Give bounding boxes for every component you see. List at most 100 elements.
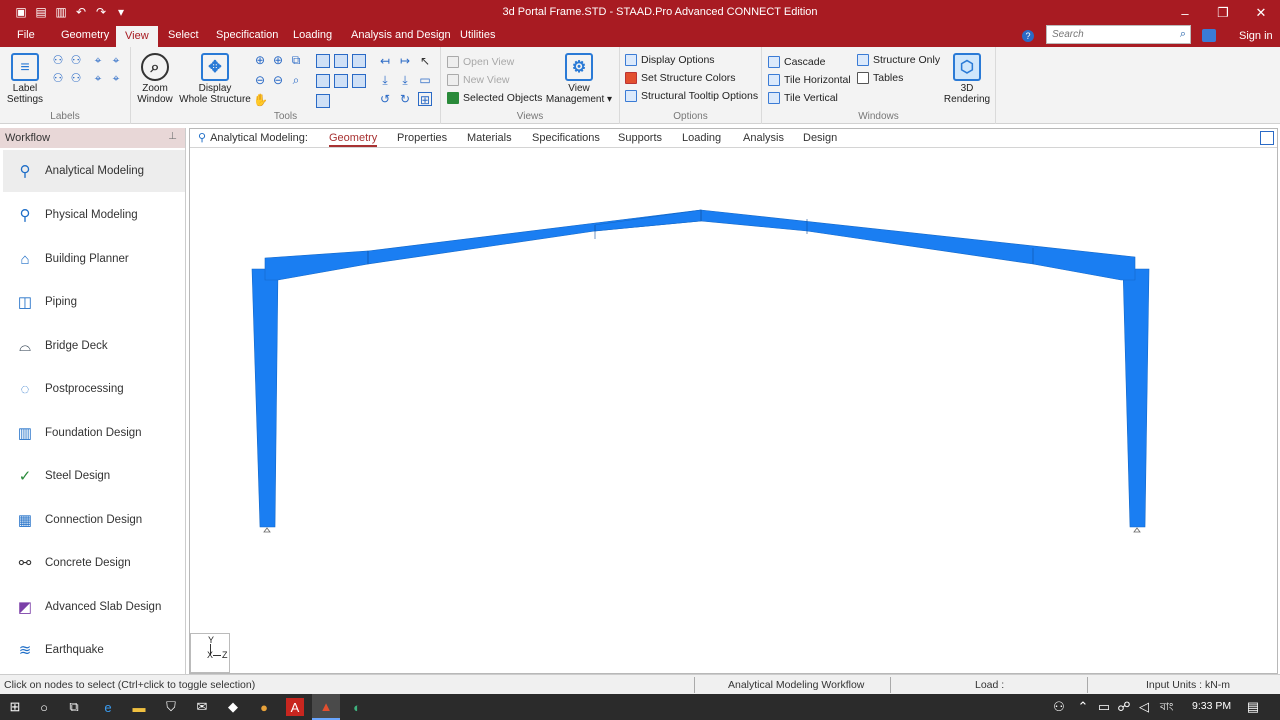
- model-viewport[interactable]: ⚲ Analytical Modeling: Geometry Propertie…: [189, 128, 1278, 674]
- input-language[interactable]: বাং: [1160, 700, 1173, 717]
- volume-icon[interactable]: ◁: [1135, 698, 1153, 716]
- open-view-button[interactable]: Open View: [447, 56, 514, 68]
- view-top-icon[interactable]: [334, 74, 348, 88]
- tab-select[interactable]: Select: [168, 29, 199, 41]
- solid-label-icon[interactable]: ⌖: [109, 53, 123, 67]
- chrome-icon[interactable]: ●: [255, 698, 273, 716]
- rotate-right-icon[interactable]: ↦: [398, 54, 412, 68]
- task-view-icon[interactable]: ⧉: [65, 698, 83, 716]
- openroads-icon[interactable]: ◐: [348, 698, 366, 716]
- page-tab-materials[interactable]: Materials: [467, 132, 512, 144]
- load-label-icon[interactable]: ⌖: [109, 71, 123, 85]
- plate-label-icon[interactable]: ⌖: [91, 53, 105, 67]
- zoom-extents-icon[interactable]: ⊖: [271, 73, 285, 87]
- rotate-down-icon[interactable]: ⤓: [378, 73, 392, 87]
- page-tab-properties[interactable]: Properties: [397, 132, 447, 144]
- workflow-item-advanced-slab-design[interactable]: ◩ Advanced Slab Design: [3, 586, 185, 628]
- windows-start-icon[interactable]: ⊞: [6, 698, 24, 716]
- data-area-toggle-icon[interactable]: [1260, 131, 1274, 145]
- workflow-item-physical-modeling[interactable]: ⚲ Physical Modeling: [3, 194, 185, 236]
- page-tab-loading[interactable]: Loading: [682, 132, 721, 144]
- restore-icon[interactable]: ❐: [1204, 0, 1242, 26]
- workflow-item-foundation-design[interactable]: ▥ Foundation Design: [3, 412, 185, 454]
- pan-icon[interactable]: ✋: [253, 93, 268, 107]
- search-input[interactable]: Search ⌕: [1046, 25, 1191, 44]
- tile-vertical-button[interactable]: Tile Vertical: [768, 92, 838, 104]
- page-tab-specifications[interactable]: Specifications: [532, 132, 600, 144]
- selected-objects-button[interactable]: Selected Objects: [447, 92, 542, 104]
- rotate-up-icon[interactable]: ⤓: [398, 73, 412, 87]
- pin-icon[interactable]: ⊥: [168, 131, 177, 142]
- tab-geometry[interactable]: Geometry: [61, 29, 109, 41]
- structure-only-button[interactable]: Structure Only: [857, 54, 940, 66]
- view-management-button[interactable]: ⚙ View Management ▾: [542, 53, 616, 105]
- rotate-left-icon[interactable]: ↤: [378, 54, 392, 68]
- workflow-item-piping[interactable]: ◫ Piping: [3, 281, 185, 323]
- display-options-button[interactable]: Display Options: [625, 54, 715, 66]
- page-tab-geometry[interactable]: Geometry: [329, 132, 378, 147]
- system-clock[interactable]: 9:33 PM: [1192, 700, 1231, 712]
- page-tab-analysis[interactable]: Analysis: [743, 132, 784, 144]
- tab-view[interactable]: View: [116, 26, 158, 47]
- workflow-item-steel-design[interactable]: ✓ Steel Design: [3, 455, 185, 497]
- view-back-icon[interactable]: [334, 54, 348, 68]
- tab-specification[interactable]: Specification: [216, 29, 278, 41]
- axis-label-icon[interactable]: ⚇: [51, 71, 65, 85]
- view-front-icon[interactable]: [316, 54, 330, 68]
- display-whole-structure-button[interactable]: ✥ Display Whole Structure: [175, 53, 255, 105]
- workflow-item-bridge-deck[interactable]: ⌓ Bridge Deck: [3, 325, 185, 367]
- workflow-item-analytical-modeling[interactable]: ⚲ Analytical Modeling: [3, 150, 185, 192]
- tab-loading[interactable]: Loading: [293, 29, 332, 41]
- zoom-dynamic-icon[interactable]: ⊕: [271, 53, 285, 67]
- beam-label-icon[interactable]: ⚇: [69, 53, 83, 67]
- new-view-button[interactable]: New View: [447, 74, 510, 86]
- cortana-search-icon[interactable]: ○: [35, 698, 53, 716]
- close-icon[interactable]: ✕: [1242, 0, 1280, 26]
- set-structure-colors-button[interactable]: Set Structure Colors: [625, 72, 736, 84]
- workflow-item-postprocessing[interactable]: ◌ Postprocessing: [3, 368, 185, 410]
- tab-file[interactable]: File: [17, 29, 35, 41]
- mail-icon[interactable]: ✉: [193, 698, 211, 716]
- zoom-in-icon[interactable]: ⊕: [253, 53, 267, 67]
- user-icon[interactable]: [1202, 29, 1216, 42]
- minimize-icon[interactable]: –: [1166, 0, 1204, 26]
- zoom-out-icon[interactable]: ⊖: [253, 73, 267, 87]
- view-right-icon[interactable]: [316, 74, 330, 88]
- magnify-icon[interactable]: ⌕: [289, 73, 303, 87]
- page-tab-supports[interactable]: Supports: [618, 132, 662, 144]
- select-cursor-icon[interactable]: ↖: [418, 54, 432, 68]
- node-label-icon[interactable]: ⚇: [51, 53, 65, 67]
- battery-icon[interactable]: ▭: [1095, 698, 1113, 716]
- portal-frame-drawing[interactable]: [190, 149, 1277, 674]
- help-icon[interactable]: ?: [1022, 30, 1034, 42]
- workflow-item-concrete-design[interactable]: ⚯ Concrete Design: [3, 542, 185, 584]
- zoom-previous-icon[interactable]: ⧉: [289, 53, 303, 67]
- show-hidden-icons-icon[interactable]: ⌃: [1074, 698, 1092, 716]
- workflow-item-connection-design[interactable]: ▦ Connection Design: [3, 499, 185, 541]
- zoom-window-button[interactable]: ⌕ Zoom Window: [135, 53, 175, 105]
- section-label-icon[interactable]: ⚇: [69, 71, 83, 85]
- 3d-rendering-button[interactable]: ⬡ 3D Rendering: [940, 53, 994, 105]
- tables-button[interactable]: Tables: [857, 72, 903, 84]
- label-settings-button[interactable]: ≡ Label Settings: [4, 53, 46, 105]
- view-plane-icon[interactable]: ▭: [418, 73, 432, 87]
- spin-left-icon[interactable]: ↺: [378, 92, 392, 106]
- tab-utilities[interactable]: Utilities: [460, 29, 495, 41]
- sign-in-link[interactable]: Sign in: [1239, 30, 1273, 42]
- search-icon[interactable]: ⌕: [1180, 28, 1186, 41]
- staad-pro-taskbar-icon[interactable]: ▲: [312, 694, 340, 720]
- support-label-icon[interactable]: ⌖: [91, 71, 105, 85]
- view-left-icon[interactable]: [352, 54, 366, 68]
- structural-tooltip-options-button[interactable]: Structural Tooltip Options: [625, 90, 758, 102]
- tab-analysis-and-design[interactable]: Analysis and Design: [351, 29, 451, 41]
- view-isometric-icon[interactable]: [316, 94, 330, 108]
- file-explorer-icon[interactable]: ▬: [130, 698, 148, 716]
- app-icon[interactable]: ◆: [224, 698, 242, 716]
- tile-horizontal-button[interactable]: Tile Horizontal: [768, 74, 851, 86]
- cascade-button[interactable]: Cascade: [768, 56, 825, 68]
- people-icon[interactable]: ⚇: [1050, 698, 1068, 716]
- store-icon[interactable]: ⛉: [162, 698, 180, 716]
- network-icon[interactable]: ☍: [1115, 698, 1133, 716]
- action-center-icon[interactable]: ▤: [1244, 698, 1262, 716]
- view-bottom-icon[interactable]: [352, 74, 366, 88]
